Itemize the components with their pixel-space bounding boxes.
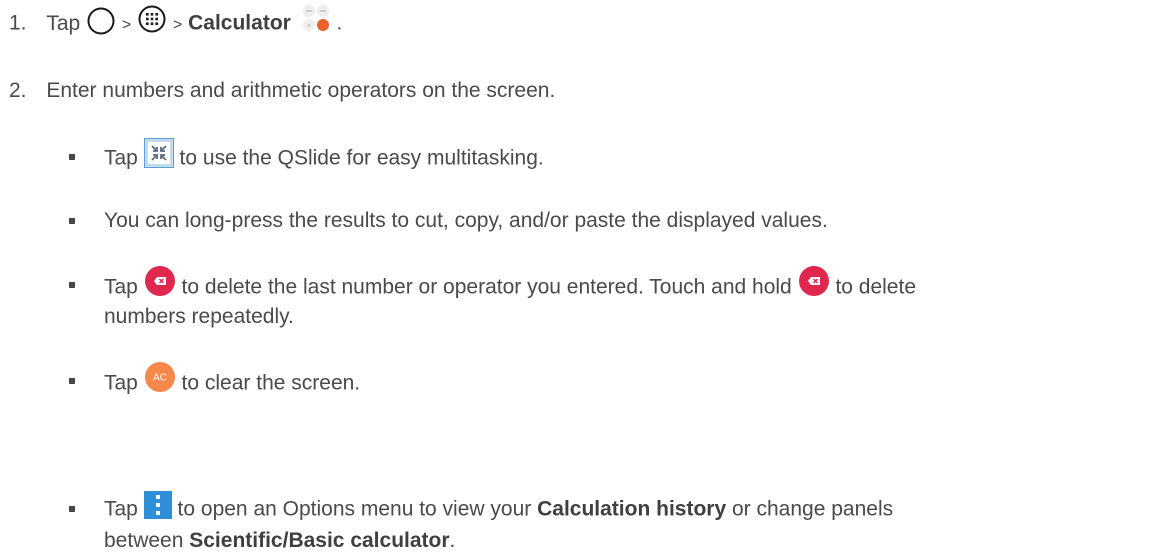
bullet-marker: [69, 378, 75, 384]
step-2: 2. Enter numbers and arithmetic operator…: [9, 78, 555, 104]
menu-icon: [143, 491, 172, 519]
calculator-label: Calculator: [188, 11, 291, 35]
step-1-number: 1.: [9, 11, 27, 35]
bullet-menu-tap: Tap: [104, 497, 138, 521]
apps-icon: [137, 4, 167, 34]
bullet-menu-line2: between Scientific/Basic calculator.: [104, 528, 455, 554]
step-1-end: .: [336, 11, 343, 35]
bullet-clear: Tap AC to clear the screen.: [104, 362, 361, 400]
scientific-basic-label: Scientific/Basic calculator: [189, 529, 450, 552]
bullet-menu: Tap to open an Options menu to view your…: [104, 491, 894, 524]
bullet-long-press: You can long-press the results to cut, c…: [104, 208, 828, 234]
step-1-sep1: >: [121, 16, 132, 34]
svg-text:AC: AC: [153, 373, 167, 384]
bullet-delete-line2: numbers repeatedly.: [104, 304, 294, 330]
svg-text:×: ×: [307, 23, 311, 29]
home-icon: [86, 6, 116, 36]
bullet-menu-line2-pre: between: [104, 529, 184, 552]
bullet-marker: [69, 218, 75, 224]
bullet-menu-text-2: or change panels: [731, 497, 894, 521]
bullet-marker: [69, 506, 75, 512]
delete-icon: [144, 265, 176, 297]
bullet-delete-text-end: to delete: [835, 275, 917, 299]
step-2-number: 2.: [9, 79, 27, 102]
bullet-clear-text: to clear the screen.: [181, 371, 361, 395]
bullet-qslide-tap: Tap: [104, 146, 138, 170]
bullet-long-press-text: You can long-press the results to cut, c…: [104, 209, 828, 232]
bullet-marker: [69, 282, 75, 288]
bullet-menu-text: to open an Options menu to view your: [177, 497, 532, 521]
bullet-delete-text-line2: numbers repeatedly.: [104, 305, 294, 328]
step-1-sep2: >: [172, 16, 183, 34]
bullet-qslide-text: to use the QSlide for easy multitasking.: [179, 146, 544, 170]
step-1: 1. Tap > > Calculator × .: [9, 5, 343, 39]
bullet-delete: Tap to delete the last number or operato…: [104, 266, 917, 304]
delete-icon: [798, 265, 830, 297]
bullet-marker: [69, 154, 75, 160]
bullet-clear-tap: Tap: [104, 371, 138, 395]
bullet-delete-tap: Tap: [104, 275, 138, 299]
qslide-icon: [143, 138, 174, 168]
bullet-qslide: Tap to use the QSlide for easy multitask…: [104, 138, 544, 174]
bullet-menu-line2-end: .: [449, 529, 456, 552]
calculation-history-label: Calculation history: [537, 497, 727, 521]
step-2-text: Enter numbers and arithmetic operators o…: [46, 79, 556, 102]
clear-icon: AC: [144, 361, 176, 393]
step-1-tap: Tap: [46, 11, 81, 35]
bullet-delete-text: to delete the last number or operator yo…: [181, 275, 792, 299]
calculator-app-icon: ×: [301, 3, 331, 33]
